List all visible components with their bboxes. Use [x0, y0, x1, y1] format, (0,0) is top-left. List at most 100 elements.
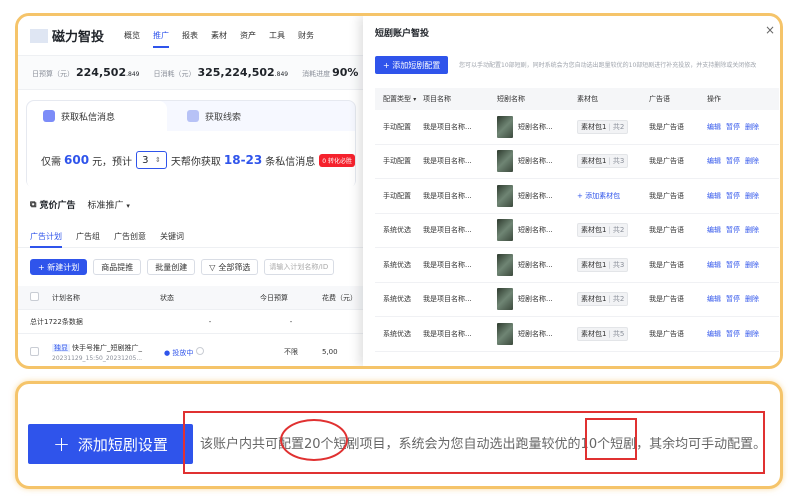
promo-badge: 0 转化必胜: [319, 153, 355, 167]
row-status-text: ● 投放中: [164, 348, 194, 357]
delete-link[interactable]: 删除: [745, 329, 759, 339]
package-chip[interactable]: 素材包1 | 共5: [577, 326, 629, 341]
package-name: 素材包1: [581, 122, 607, 131]
stat-decimal: .849: [126, 71, 140, 78]
row-package: 素材包1 | 共5: [577, 326, 649, 341]
pause-link[interactable]: 暂停: [726, 260, 740, 270]
pause-link[interactable]: 暂停: [726, 225, 740, 235]
delete-link[interactable]: 删除: [745, 122, 759, 132]
package-chip[interactable]: 素材包1 | 共2: [577, 119, 629, 134]
batch-create-button[interactable]: 批量创建: [147, 259, 196, 275]
nav-overview[interactable]: 概览: [124, 18, 140, 53]
close-icon[interactable]: ×: [765, 23, 775, 37]
logo-mark-icon: [30, 28, 48, 43]
new-plan-button[interactable]: + 新建计划: [30, 259, 88, 275]
tab-ad-plan[interactable]: 广告计划: [30, 225, 62, 248]
row-checkbox[interactable]: [30, 346, 39, 356]
ad-tabs: 广告计划 广告组 广告创意 关键词: [18, 226, 363, 248]
stat-label: 消耗进度: [302, 70, 331, 78]
edit-link[interactable]: 编辑: [707, 225, 721, 235]
nav-tools[interactable]: 工具: [269, 18, 285, 53]
edit-link[interactable]: 编辑: [707, 156, 721, 166]
total-count: 总计1722条数据: [30, 317, 83, 326]
tab-private-message[interactable]: 获取私信消息: [27, 101, 167, 131]
delete-link[interactable]: 删除: [745, 191, 759, 201]
row-drama: 短剧名称...: [497, 150, 577, 173]
status-toggle[interactable]: [195, 346, 204, 355]
tab-label: 获取线索: [205, 112, 242, 123]
add-drama-setting-button[interactable]: + 添加短剧设置: [28, 424, 193, 464]
row-actions: 编辑 暂停 删除: [707, 156, 779, 166]
tab-label: 获取私信消息: [61, 112, 116, 123]
edit-link[interactable]: 编辑: [707, 122, 721, 132]
delete-link[interactable]: 删除: [745, 294, 759, 304]
drama-thumbnail: [497, 150, 513, 173]
product-push-button[interactable]: 商品提推: [93, 259, 142, 275]
config-row[interactable]: 手动配置 我是项目名称... 短剧名称... 素材包1 | 共2 我是广告语 编辑 暂停 删除: [375, 110, 779, 145]
select-all-checkbox[interactable]: [30, 292, 39, 301]
updown-chevron-icon: ⇕: [155, 156, 161, 164]
package-name: 素材包1: [581, 226, 607, 235]
row-date: 20231129_15:50_20231205...: [52, 354, 143, 362]
tab-leads[interactable]: 获取线索: [177, 101, 241, 131]
pause-link[interactable]: 暂停: [726, 191, 740, 201]
edit-link[interactable]: 编辑: [707, 191, 721, 201]
standard-promo-dropdown[interactable]: 标准推广 ▾: [87, 198, 129, 211]
add-package-link[interactable]: + 添加素材包: [577, 191, 620, 201]
pause-link[interactable]: 暂停: [726, 156, 740, 166]
delete-link[interactable]: 删除: [745, 225, 759, 235]
tab-ad-group[interactable]: 广告组: [76, 225, 100, 248]
config-row[interactable]: 系统优选 我是项目名称... 短剧名称... 素材包1 | 共5 我是广告语 编辑 暂停 删除: [375, 317, 779, 352]
package-chip[interactable]: 素材包1 | 共3: [577, 257, 629, 272]
nav-promotion[interactable]: 推广: [153, 18, 170, 53]
chevron-down-icon: ▾: [413, 96, 417, 103]
row-plan-name: 独显 快手号推广_短剧推广_ 20231129_15:50_20231205...: [52, 343, 160, 362]
edit-link[interactable]: 编辑: [707, 260, 721, 270]
row-slogan: 我是广告语: [649, 157, 684, 166]
total-status: -: [208, 317, 212, 326]
package-count: 共3: [612, 260, 625, 269]
nav-finance[interactable]: 财务: [298, 18, 314, 53]
package-name: 素材包1: [581, 260, 607, 269]
row-drama: 短剧名称...: [497, 253, 577, 276]
stat-label: 日预算（元）: [32, 70, 74, 78]
package-chip[interactable]: 素材包1 | 共3: [577, 154, 629, 169]
drama-name: 短剧名称...: [518, 191, 553, 200]
config-row[interactable]: 手动配置 我是项目名称... 短剧名称... + 添加素材包 我是广告语 编辑 暂停 删除: [375, 179, 779, 214]
config-row[interactable]: 手动配置 我是项目名称... 短剧名称... 素材包1 | 共3 我是广告语 编辑 暂停 删除: [375, 145, 779, 179]
nav-reports[interactable]: 报表: [182, 18, 198, 53]
nav-assets[interactable]: 资产: [240, 18, 256, 53]
drama-name: 短剧名称...: [518, 295, 553, 304]
config-row[interactable]: 系统优选 我是项目名称... 短剧名称... 素材包1 | 共2 我是广告语 编辑 暂停 删除: [375, 214, 779, 248]
app-logo: 磁力智投: [52, 30, 105, 45]
config-row[interactable]: 系统优选 我是项目名称... 短剧名称... 素材包1 | 共3 我是广告语 编辑 暂停 删除: [375, 248, 779, 283]
highlight-rect: [585, 418, 637, 460]
delete-link[interactable]: 删除: [745, 260, 759, 270]
package-chip[interactable]: 素材包1 | 共2: [577, 223, 629, 238]
edit-link[interactable]: 编辑: [707, 329, 721, 339]
tab-keywords[interactable]: 关键词: [160, 225, 184, 248]
package-count: 共2: [612, 122, 625, 131]
delete-link[interactable]: 删除: [745, 156, 759, 166]
filter-button[interactable]: ▽ 全部筛选: [201, 259, 259, 275]
package-chip[interactable]: 素材包1 | 共2: [577, 292, 629, 307]
tab-ad-creative[interactable]: 广告创意: [114, 225, 146, 248]
promo-body: 仅需 600 元，预计 3 ⇕ 天帮你获取 18-23 条私信消息 0 转化必胜: [27, 131, 355, 189]
days-select[interactable]: 3 ⇕: [136, 151, 167, 169]
edit-link[interactable]: 编辑: [707, 294, 721, 304]
chip-divider: |: [608, 157, 611, 166]
add-drama-setting-label: 添加短剧设置: [77, 435, 168, 454]
pause-link[interactable]: 暂停: [726, 122, 740, 132]
select-all-cell: [18, 292, 52, 303]
table-row[interactable]: 独显 快手号推广_短剧推广_ 20231129_15:50_20231205...…: [18, 334, 363, 366]
chevron-down-icon: ▾: [126, 202, 130, 210]
pause-link[interactable]: 暂停: [726, 294, 740, 304]
nav-assets-material[interactable]: 素材: [211, 18, 227, 53]
search-input[interactable]: 请输入计划名称/ID: [264, 259, 335, 275]
days-select-value: 3: [142, 154, 149, 166]
config-row[interactable]: 系统优选 我是项目名称... 短剧名称... 素材包1 | 共2 我是广告语 编辑 暂停 删除: [375, 283, 779, 317]
pause-link[interactable]: 暂停: [726, 329, 740, 339]
row-package: 素材包1 | 共3: [577, 154, 649, 169]
add-drama-config-button[interactable]: + 添加短剧配置: [375, 56, 449, 74]
header-config-type[interactable]: 配置类型 ▾: [375, 94, 423, 104]
